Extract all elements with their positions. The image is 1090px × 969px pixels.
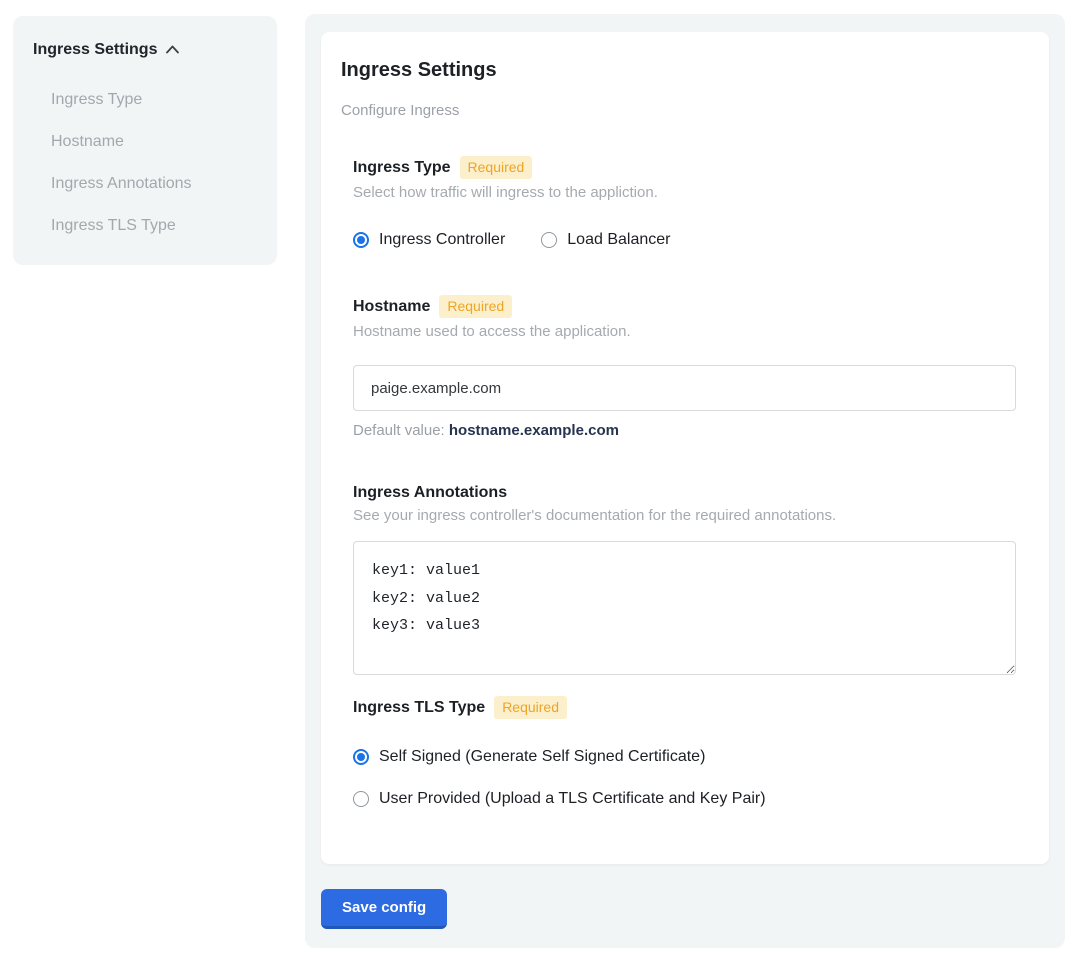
radio-button-icon[interactable] [353, 232, 369, 248]
required-badge: Required [439, 295, 512, 318]
hostname-default-value: Default value: hostname.example.com [353, 422, 1017, 439]
ingress-annotations-help: See your ingress controller's documentat… [353, 507, 1017, 524]
sidebar-item-hostname[interactable]: Hostname [51, 121, 257, 163]
required-badge: Required [460, 156, 533, 179]
form-fields: Ingress Type Required Select how traffic… [353, 156, 1017, 810]
radio-option-user-provided[interactable]: User Provided (Upload a TLS Certificate … [353, 788, 1017, 810]
required-badge: Required [494, 696, 567, 719]
sidebar-item-ingress-annotations[interactable]: Ingress Annotations [51, 163, 257, 205]
radio-button-icon[interactable] [541, 232, 557, 248]
sidebar-item-ingress-tls-type[interactable]: Ingress TLS Type [51, 205, 257, 247]
radio-option-label: Load Balancer [567, 230, 670, 250]
ingress-settings-card: Ingress Settings Configure Ingress Ingre… [321, 32, 1049, 864]
ingress-type-options: Ingress Controller Load Balancer [353, 229, 1017, 251]
sidebar: Ingress Settings Ingress Type Hostname I… [13, 16, 277, 265]
sidebar-group-ingress-settings[interactable]: Ingress Settings [33, 40, 257, 60]
radio-option-self-signed[interactable]: Self Signed (Generate Self Signed Certif… [353, 746, 1017, 768]
radio-option-load-balancer[interactable]: Load Balancer [541, 229, 670, 251]
chevron-up-icon [165, 42, 180, 60]
radio-option-label: Self Signed (Generate Self Signed Certif… [379, 747, 705, 767]
sidebar-item-ingress-type[interactable]: Ingress Type [51, 79, 257, 121]
settings-panel: Ingress Settings Configure Ingress Ingre… [305, 14, 1065, 948]
ingress-tls-type-options: Self Signed (Generate Self Signed Certif… [353, 746, 1017, 810]
field-ingress-annotations: Ingress Annotations See your ingress con… [353, 483, 1017, 675]
page-subtitle: Configure Ingress [341, 102, 1029, 120]
sidebar-item-list: Ingress Type Hostname Ingress Annotation… [51, 79, 257, 247]
hostname-help: Hostname used to access the application. [353, 323, 1017, 340]
default-value-text: hostname.example.com [449, 422, 619, 439]
hostname-input[interactable] [353, 365, 1016, 411]
field-ingress-type: Ingress Type Required Select how traffic… [353, 156, 1017, 251]
radio-option-label: User Provided (Upload a TLS Certificate … [379, 789, 766, 809]
hostname-label: Hostname [353, 297, 430, 316]
ingress-annotations-textarea[interactable]: key1: value1 key2: value2 key3: value3 [353, 541, 1016, 675]
radio-option-label: Ingress Controller [379, 230, 505, 250]
page-title: Ingress Settings [341, 58, 1029, 82]
radio-button-icon[interactable] [353, 749, 369, 765]
radio-option-ingress-controller[interactable]: Ingress Controller [353, 229, 505, 251]
ingress-tls-type-label: Ingress TLS Type [353, 698, 485, 717]
sidebar-group-title: Ingress Settings [33, 40, 157, 60]
default-value-prefix: Default value: [353, 422, 449, 439]
field-ingress-tls-type: Ingress TLS Type Required Self Signed (G… [353, 696, 1017, 810]
save-config-button[interactable]: Save config [321, 889, 447, 929]
radio-button-icon[interactable] [353, 791, 369, 807]
ingress-annotations-label: Ingress Annotations [353, 483, 507, 502]
ingress-type-label: Ingress Type [353, 158, 451, 177]
ingress-type-help: Select how traffic will ingress to the a… [353, 184, 1017, 201]
field-hostname: Hostname Required Hostname used to acces… [353, 295, 1017, 439]
